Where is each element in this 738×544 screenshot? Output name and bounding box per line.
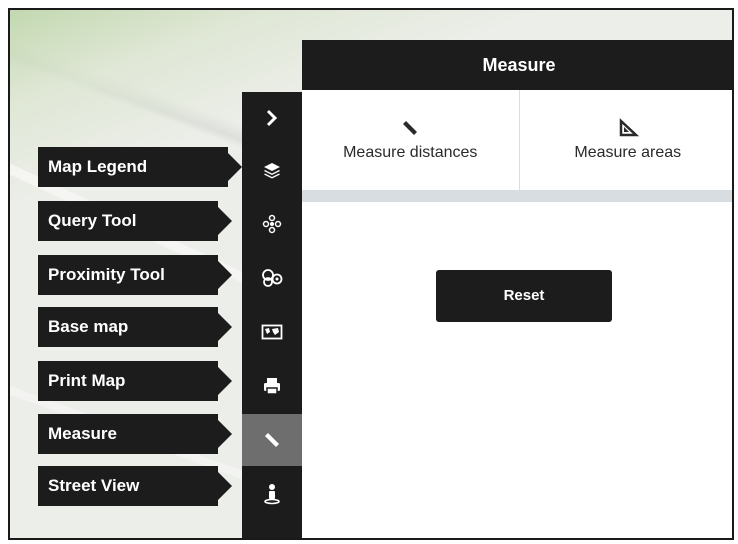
person-icon (264, 484, 280, 505)
tool-sidebar (242, 92, 302, 538)
measure-tools: Measure distances Measure areas (302, 90, 733, 202)
menu-label-print-map[interactable]: Print Map (38, 361, 232, 401)
printer-icon (264, 378, 280, 395)
map-icon (261, 324, 283, 340)
measure-areas-button[interactable]: Measure areas (518, 90, 733, 190)
measure-panel: Measure Measure distances Measure areas … (302, 40, 733, 538)
proximity-icon (262, 269, 283, 287)
print-map-button[interactable] (242, 360, 302, 412)
menu-label-street-view[interactable]: Street View (38, 466, 232, 506)
panel-title: Measure (302, 40, 732, 90)
menu-label-map-legend[interactable]: Map Legend (38, 147, 242, 187)
map-legend-button[interactable] (242, 144, 302, 196)
proximity-tool-button[interactable] (242, 252, 302, 304)
base-map-button[interactable] (242, 306, 302, 358)
layers-icon (264, 163, 280, 179)
measure-distances-button[interactable]: Measure distances (302, 90, 519, 190)
set-square-icon (619, 118, 639, 137)
menu-label-measure[interactable]: Measure (38, 414, 232, 454)
ruler-icon (265, 433, 279, 447)
menu-label-proximity-tool[interactable]: Proximity Tool (38, 255, 232, 295)
menu-label-base-map[interactable]: Base map (38, 307, 232, 347)
chevron-right-button[interactable] (242, 92, 302, 144)
chevron-right-icon (266, 109, 278, 127)
ruler-icon (403, 121, 418, 135)
menu-label-query-tool[interactable]: Query Tool (38, 201, 232, 241)
app-frame: Map Legend Query Tool Proximity Tool Bas… (8, 8, 734, 540)
reset-button[interactable]: Reset (436, 270, 612, 322)
measure-distances-label: Measure distances (343, 144, 478, 161)
street-view-button[interactable] (242, 468, 302, 520)
query-tool-button[interactable] (242, 198, 302, 250)
query-icon (262, 214, 282, 234)
measure-button[interactable] (242, 414, 302, 466)
measure-areas-label: Measure areas (574, 144, 682, 161)
